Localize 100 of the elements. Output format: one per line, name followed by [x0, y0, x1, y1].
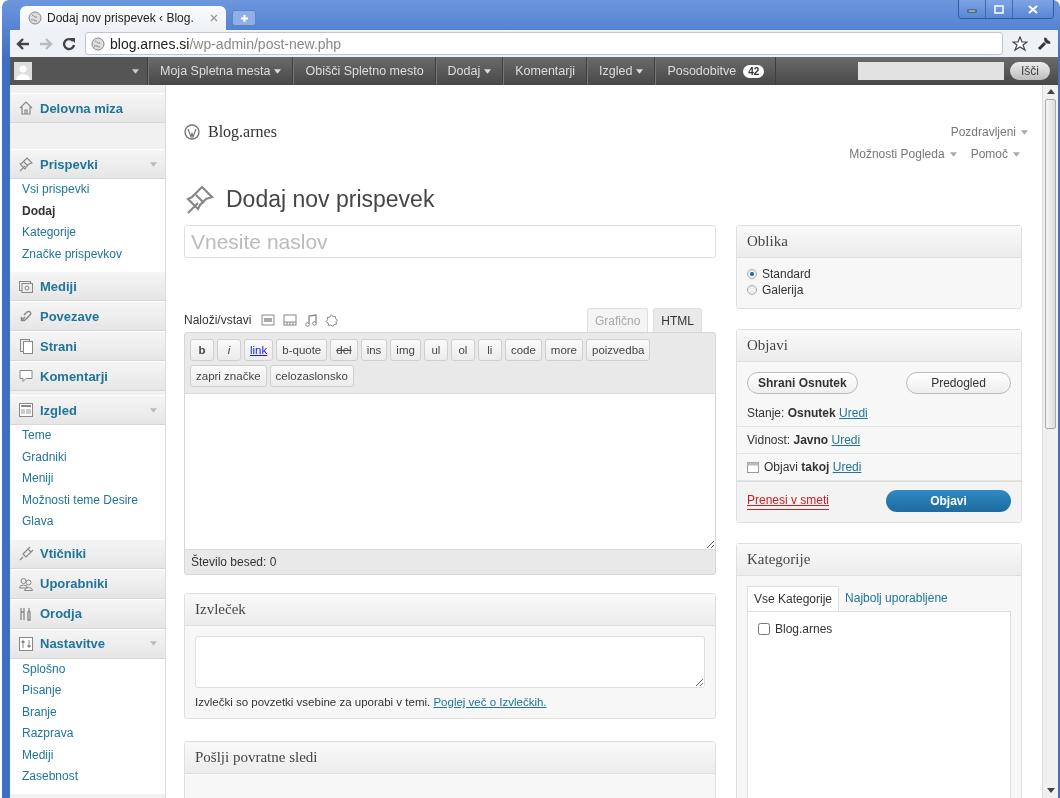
submenu-item[interactable]: Gradniki [10, 446, 165, 468]
search-field[interactable] [858, 62, 1004, 80]
menu-item[interactable]: Delovna miza [10, 93, 165, 123]
menu-item[interactable]: Prispevki [10, 149, 165, 179]
format-button[interactable]: i [217, 339, 241, 361]
edit-link[interactable]: Uredi [831, 433, 861, 447]
preview-button[interactable]: Predogled [906, 372, 1011, 394]
chain-link-icon [18, 308, 34, 324]
title-field[interactable]: Vnesite naslov [184, 225, 716, 258]
radio-button[interactable] [747, 269, 757, 279]
wrench-icon[interactable] [1037, 36, 1052, 51]
address-field[interactable]: blog.arnes.si/wp-admin/post-new.php [85, 32, 1003, 55]
editor-tab[interactable]: HTML [653, 308, 702, 332]
calendar-icon [747, 461, 759, 473]
globe-icon [91, 36, 105, 51]
format-button[interactable]: zapri značke [190, 365, 267, 387]
star-icon[interactable] [1012, 35, 1028, 52]
submenu-item[interactable]: Glava [10, 511, 165, 533]
music-note-icon[interactable] [305, 313, 318, 327]
radio-button[interactable] [747, 285, 757, 295]
format-button[interactable]: more [544, 339, 583, 361]
excerpt-field[interactable] [195, 636, 705, 688]
menu-item[interactable]: Komentarji [10, 361, 165, 391]
category-tab[interactable]: Najbolj uporabljene [839, 586, 954, 611]
menu-item[interactable]: Nastavitve [10, 628, 165, 659]
close-icon[interactable] [210, 14, 218, 22]
screen-link[interactable]: Pomoč [970, 147, 1020, 161]
format-button[interactable]: b [190, 339, 214, 361]
submenu-item[interactable]: Mediji [10, 744, 165, 766]
submenu-item[interactable]: Dodaj [10, 200, 165, 222]
format-button[interactable]: code [504, 339, 542, 361]
submenu-item[interactable]: Zasebnost [10, 766, 165, 788]
scrollbar[interactable] [1042, 85, 1058, 798]
submenu-item[interactable]: Pisanje [10, 680, 165, 702]
submenu-item[interactable]: Vsi prispevki [10, 179, 165, 201]
save-draft-button[interactable]: Shrani Osnutek [747, 372, 858, 394]
image-icon[interactable] [261, 314, 276, 326]
down-arrow-icon[interactable] [1046, 788, 1055, 794]
maximize-button[interactable] [985, 0, 1012, 18]
category-tab[interactable]: Vse Kategorije [747, 586, 840, 611]
format-button[interactable]: del [330, 339, 358, 361]
submenu-item[interactable]: Razprava [10, 723, 165, 745]
film-icon[interactable] [283, 314, 298, 326]
back-arrow-icon[interactable] [16, 37, 30, 50]
menu-item[interactable]: Strani [10, 331, 165, 361]
minimize-button[interactable] [959, 0, 985, 18]
greeting-link[interactable]: Pozdravljeni [950, 125, 1028, 139]
category-checkbox[interactable] [758, 623, 770, 635]
box-title: Objavi [737, 330, 1021, 362]
search-button[interactable]: Išči [1010, 62, 1050, 80]
menu-item[interactable]: Povezave [10, 301, 165, 331]
close-button[interactable] [1012, 0, 1053, 18]
forward-arrow-icon[interactable] [39, 37, 53, 50]
people-icon [18, 575, 34, 592]
menu-item[interactable]: Mediji [10, 271, 165, 301]
box-title: Kategorije [737, 544, 1021, 576]
format-button[interactable]: link [244, 339, 274, 361]
menu-item[interactable]: Izgled [10, 395, 165, 425]
submenu-item[interactable]: Značke prispevkov [10, 243, 165, 265]
format-button[interactable]: ul [423, 339, 448, 361]
trash-link[interactable]: Prenesi v smeti [747, 492, 830, 510]
gear-icon[interactable] [325, 313, 339, 327]
format-button[interactable]: img [390, 339, 421, 361]
submenu-item[interactable]: Branje [10, 701, 165, 723]
plug-icon [18, 545, 34, 562]
publish-button[interactable]: Objavi [886, 490, 1011, 512]
up-arrow-icon[interactable] [1046, 89, 1055, 95]
box-title: Izvleček [185, 594, 715, 626]
layout-icon [18, 402, 34, 418]
submenu-item[interactable]: Teme [10, 425, 165, 447]
reload-icon[interactable] [62, 36, 76, 51]
scroll-thumb[interactable] [1045, 99, 1056, 429]
word-count: Število besed: 0 [190, 553, 278, 571]
sliders-icon [18, 635, 34, 652]
help-link[interactable]: Poglej več o Izvlečkih. [433, 696, 547, 708]
edit-link[interactable]: Uredi [839, 406, 868, 420]
submenu-item[interactable]: Splošno [10, 658, 165, 680]
new-tab-button[interactable] [232, 10, 256, 26]
globe-icon [28, 11, 42, 25]
screen-link[interactable]: Možnosti Pogleda [849, 147, 957, 161]
submenu-item[interactable]: Meniji [10, 468, 165, 490]
menu-item[interactable]: Vtičniki [10, 538, 165, 569]
home-icon [18, 100, 34, 116]
format-option[interactable]: Galerija [747, 282, 1011, 298]
format-button[interactable]: li [477, 339, 502, 361]
status-text: Stanje: Osnutek Uredi [747, 406, 868, 420]
format-button[interactable]: b-quote [276, 339, 328, 361]
menu-item[interactable]: Orodja [10, 598, 165, 629]
caret-icon [1013, 151, 1020, 157]
submenu-item[interactable]: Možnosti teme Desire [10, 489, 165, 511]
menu-item[interactable]: Uporabniki [10, 568, 165, 599]
format-button[interactable]: poizvedba [586, 339, 651, 361]
format-button[interactable]: ol [450, 339, 475, 361]
browser-tab[interactable]: Dodaj nov prispevek ‹ Blog. [20, 6, 226, 30]
submenu-item[interactable]: Kategorije [10, 222, 165, 244]
format-option[interactable]: Standard [747, 266, 1011, 282]
format-button[interactable]: celozaslonsko [269, 365, 354, 387]
url-text: blog.arnes.si/wp-admin/post-new.php [110, 35, 342, 52]
edit-link[interactable]: Uredi [832, 460, 862, 474]
format-button[interactable]: ins [360, 339, 388, 361]
